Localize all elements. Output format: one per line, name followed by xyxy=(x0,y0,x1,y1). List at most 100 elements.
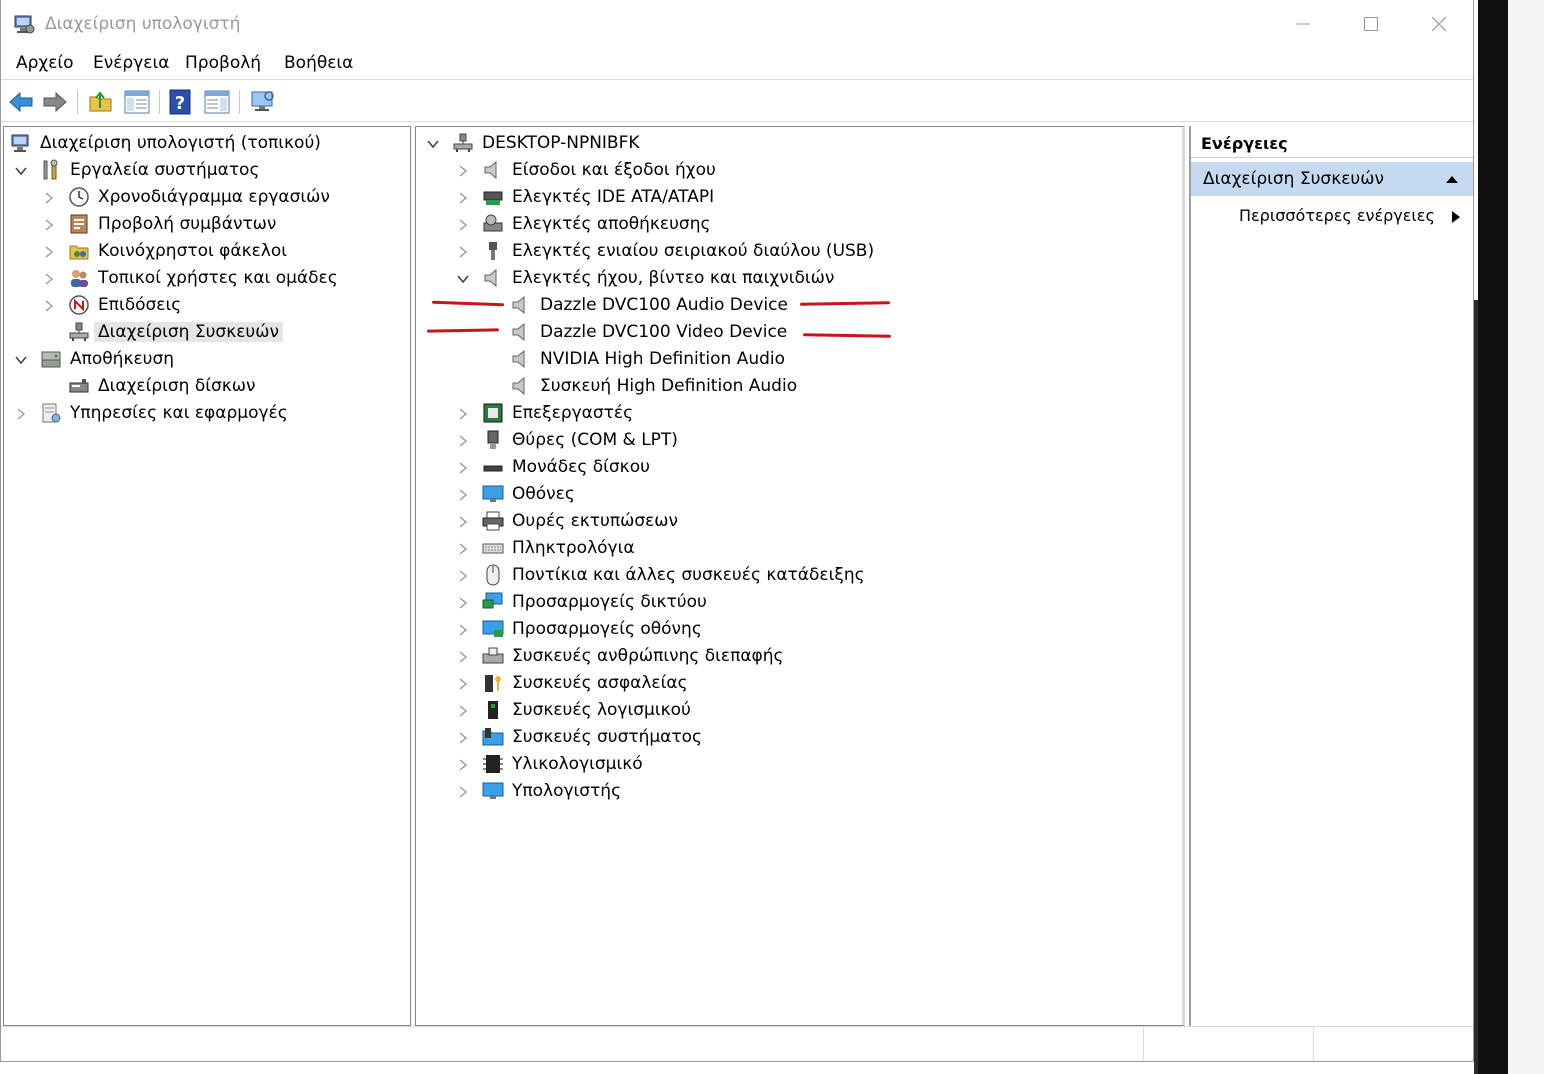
speaker-icon xyxy=(510,348,532,370)
device-category-system[interactable]: Συσκευές συστήματος xyxy=(456,723,702,750)
chevron-right-icon[interactable] xyxy=(456,703,470,717)
scan-hardware-button[interactable] xyxy=(249,88,277,116)
device-nvidia-hd-audio[interactable]: NVIDIA High Definition Audio xyxy=(510,345,785,372)
chevron-right-icon[interactable] xyxy=(456,541,470,555)
chevron-right-icon[interactable] xyxy=(456,649,470,663)
device-category-usb[interactable]: Ελεγκτές ενιαίου σειριακού διαύλου (USB) xyxy=(456,237,874,264)
tree-item-shared-folders[interactable]: Κοινόχρηστοι φάκελοι xyxy=(42,237,287,264)
actions-header: Ενέργειες xyxy=(1191,130,1473,158)
disk-management-icon xyxy=(68,375,90,397)
chevron-down-icon[interactable] xyxy=(426,136,440,150)
device-category-security[interactable]: Συσκευές ασφαλείας xyxy=(456,669,688,696)
tree-root[interactable]: Διαχείριση υπολογιστή (τοπικού) xyxy=(10,129,321,156)
show-hide-console-tree-button[interactable] xyxy=(123,88,151,116)
minimize-button[interactable] xyxy=(1269,4,1337,44)
device-category-sound-video[interactable]: Ελεγκτές ήχου, βίντεο και παιχνιδιών xyxy=(456,264,834,291)
device-category-mice[interactable]: Ποντίκια και άλλες συσκευές κατάδειξης xyxy=(456,561,865,588)
chevron-right-icon[interactable] xyxy=(456,460,470,474)
speaker-icon xyxy=(510,375,532,397)
device-category-ports[interactable]: Θύρες (COM & LPT) xyxy=(456,426,678,453)
collapse-up-icon[interactable] xyxy=(1445,174,1459,184)
show-hide-action-pane-button[interactable] xyxy=(203,88,231,116)
up-folder-button[interactable] xyxy=(87,88,115,116)
chevron-right-icon[interactable] xyxy=(42,298,56,312)
tree-item-services[interactable]: Υπηρεσίες και εφαρμογές xyxy=(14,399,288,426)
event-viewer-icon xyxy=(68,213,90,235)
chevron-right-icon[interactable] xyxy=(456,676,470,690)
chevron-right-icon[interactable] xyxy=(456,487,470,501)
tree-item-device-manager[interactable]: Διαχείριση Συσκευών xyxy=(68,318,283,345)
keyboard-icon xyxy=(482,537,504,559)
chevron-right-icon[interactable] xyxy=(456,595,470,609)
chevron-right-icon[interactable] xyxy=(456,514,470,528)
computer-node-icon xyxy=(452,132,474,154)
device-category-print-queues[interactable]: Ουρές εκτυπώσεων xyxy=(456,507,678,534)
tree-item-event-viewer[interactable]: Προβολή συμβάντων xyxy=(42,210,276,237)
chevron-right-icon[interactable] xyxy=(42,244,56,258)
chevron-right-icon[interactable] xyxy=(456,163,470,177)
device-tree-computer[interactable]: DESKTOP-NPNIBFK xyxy=(426,129,640,156)
device-category-keyboards[interactable]: Πληκτρολόγια xyxy=(456,534,635,561)
device-category-processors[interactable]: Επεξεργαστές xyxy=(456,399,633,426)
forward-button[interactable] xyxy=(41,88,69,116)
menu-view[interactable]: Προβολή xyxy=(185,53,261,73)
device-hd-audio[interactable]: Συσκευή High Definition Audio xyxy=(510,372,797,399)
device-category-hid[interactable]: Συσκευές ανθρώπινης διεπαφής xyxy=(456,642,784,669)
chevron-right-icon[interactable] xyxy=(456,244,470,258)
tree-item-task-scheduler[interactable]: Χρονοδιάγραμμα εργασιών xyxy=(42,183,330,210)
more-actions-link[interactable]: Περισσότερες ενέργειες xyxy=(1239,206,1435,225)
device-category-software[interactable]: Συσκευές λογισμικού xyxy=(456,696,691,723)
tree-item-performance[interactable]: Επιδόσεις xyxy=(42,291,181,318)
tree-item-system-tools[interactable]: Εργαλεία συστήματος xyxy=(14,156,259,183)
device-dazzle-video[interactable]: Dazzle DVC100 Video Device xyxy=(510,318,787,345)
tree-item-local-users[interactable]: Τοπικοί χρήστες και ομάδες xyxy=(42,264,338,291)
chevron-right-icon[interactable] xyxy=(456,784,470,798)
speaker-icon xyxy=(510,321,532,343)
device-category-network-adapters[interactable]: Προσαρμογείς δικτύου xyxy=(456,588,707,615)
chevron-right-icon[interactable] xyxy=(456,433,470,447)
disk-drive-icon xyxy=(482,456,504,478)
menu-help[interactable]: Βοήθεια xyxy=(284,53,353,73)
chevron-down-icon[interactable] xyxy=(14,352,28,366)
device-category-monitors[interactable]: Οθόνες xyxy=(456,480,575,507)
menu-file[interactable]: Αρχείο xyxy=(16,53,74,73)
back-button[interactable] xyxy=(7,88,35,116)
menu-action[interactable]: Ενέργεια xyxy=(93,53,169,73)
software-device-icon xyxy=(482,699,504,721)
help-button[interactable]: ? xyxy=(167,88,195,116)
actions-section-device-manager[interactable]: Διαχείριση Συσκευών xyxy=(1191,162,1473,196)
chevron-down-icon[interactable] xyxy=(456,271,470,285)
submenu-arrow-icon[interactable] xyxy=(1451,210,1461,224)
tree-item-disk-management[interactable]: Διαχείριση δίσκων xyxy=(68,372,256,399)
device-category-disk-drives[interactable]: Μονάδες δίσκου xyxy=(456,453,650,480)
folder-up-icon xyxy=(89,91,112,112)
computer-management-icon xyxy=(13,13,35,35)
action-pane-icon xyxy=(204,90,230,114)
chevron-right-icon[interactable] xyxy=(14,406,28,420)
printer-icon xyxy=(482,510,504,532)
device-category-firmware[interactable]: Υλικολογισμικό xyxy=(456,750,643,777)
maximize-button[interactable] xyxy=(1337,4,1405,44)
close-button[interactable] xyxy=(1405,4,1473,44)
device-dazzle-audio[interactable]: Dazzle DVC100 Audio Device xyxy=(510,291,788,318)
chevron-right-icon[interactable] xyxy=(456,568,470,582)
device-category-ide[interactable]: Ελεγκτές IDE ATA/ATAPI xyxy=(456,183,714,210)
chevron-right-icon[interactable] xyxy=(456,190,470,204)
chevron-right-icon[interactable] xyxy=(456,217,470,231)
chevron-right-icon[interactable] xyxy=(456,622,470,636)
chevron-right-icon[interactable] xyxy=(456,730,470,744)
chevron-right-icon[interactable] xyxy=(456,757,470,771)
chevron-right-icon[interactable] xyxy=(456,406,470,420)
chevron-right-icon[interactable] xyxy=(42,190,56,204)
device-category-display-adapters[interactable]: Προσαρμογείς οθόνης xyxy=(456,615,702,642)
tree-item-storage[interactable]: Αποθήκευση xyxy=(14,345,174,372)
title-bar[interactable]: Διαχείριση υπολογιστή xyxy=(1,4,1473,44)
clock-icon xyxy=(68,186,90,208)
monitor-scan-icon xyxy=(251,91,274,111)
device-category-audio-io[interactable]: Είσοδοι και έξοδοι ήχου xyxy=(456,156,716,183)
chevron-right-icon[interactable] xyxy=(42,271,56,285)
chevron-right-icon[interactable] xyxy=(42,217,56,231)
device-category-computer[interactable]: Υπολογιστής xyxy=(456,777,621,804)
device-category-storage-controllers[interactable]: Ελεγκτές αποθήκευσης xyxy=(456,210,710,237)
chevron-down-icon[interactable] xyxy=(14,163,28,177)
